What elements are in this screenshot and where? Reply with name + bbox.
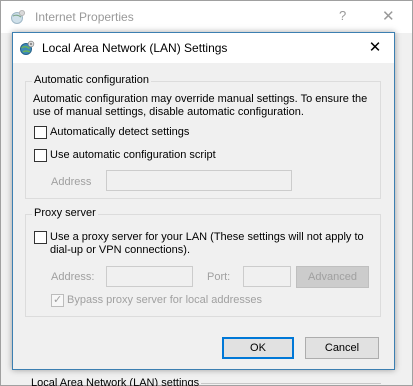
automatic-configuration-legend: Automatic configuration	[32, 74, 151, 86]
auto-config-script-option[interactable]: Use automatic configuration script	[34, 149, 216, 162]
auto-detect-checkbox[interactable]	[34, 126, 47, 139]
proxy-address-label: Address:	[51, 271, 95, 283]
parent-close-button[interactable]: ✕	[382, 7, 395, 25]
description-line-1: Automatic configuration may override man…	[33, 93, 368, 105]
auto-detect-settings-option[interactable]: Automatically detect settings	[34, 126, 189, 139]
script-address-label: Address	[51, 176, 92, 188]
use-proxy-label[interactable]: Use a proxy server for your LAN (These s…	[50, 231, 364, 257]
auto-config-script-checkbox[interactable]	[34, 149, 47, 162]
proxy-port-input[interactable]	[243, 266, 291, 287]
cancel-button[interactable]: Cancel	[305, 337, 379, 359]
description-line-2: use of manual settings, disable automati…	[33, 106, 304, 118]
lan-settings-dialog: Local Area Network (LAN) Settings ✕ Auto…	[12, 32, 395, 370]
bypass-local-label[interactable]: Bypass proxy server for local addresses	[67, 294, 262, 307]
dialog-title: Local Area Network (LAN) Settings	[42, 41, 228, 55]
proxy-server-group: Proxy server Use a proxy server for your…	[25, 207, 381, 317]
auto-config-script-label[interactable]: Use automatic configuration script	[50, 149, 216, 162]
network-globe-icon	[20, 40, 35, 55]
proxy-port-label: Port:	[207, 271, 231, 283]
auto-detect-label[interactable]: Automatically detect settings	[50, 126, 189, 139]
parent-window-title: Internet Properties	[35, 10, 134, 24]
help-button[interactable]: ?	[339, 8, 346, 23]
use-proxy-label-line-1: Use a proxy server for your LAN (These s…	[50, 231, 364, 243]
use-proxy-checkbox[interactable]	[34, 231, 47, 244]
dialog-titlebar: Local Area Network (LAN) Settings ✕	[13, 33, 394, 63]
advanced-button[interactable]: Advanced	[296, 266, 369, 288]
parent-group-border	[201, 383, 381, 384]
use-proxy-option[interactable]: Use a proxy server for your LAN (These s…	[34, 231, 364, 257]
use-proxy-label-line-2: dial-up or VPN connections).	[50, 244, 191, 256]
proxy-server-legend: Proxy server	[32, 207, 98, 219]
internet-globe-icon	[11, 10, 25, 24]
automatic-configuration-group: Automatic configuration Automatic config…	[25, 74, 381, 199]
parent-lan-settings-legend: Local Area Network (LAN) settings	[31, 377, 200, 386]
proxy-address-input[interactable]	[106, 266, 193, 287]
automatic-configuration-description: Automatic configuration may override man…	[33, 93, 367, 119]
ok-button[interactable]: OK	[222, 337, 294, 359]
dialog-close-button[interactable]: ✕	[363, 37, 387, 59]
script-address-input[interactable]	[106, 170, 292, 191]
parent-titlebar: Internet Properties ? ✕	[1, 1, 412, 33]
bypass-local-checkbox[interactable]	[51, 293, 64, 307]
bypass-local-option[interactable]: Bypass proxy server for local addresses	[51, 293, 262, 307]
